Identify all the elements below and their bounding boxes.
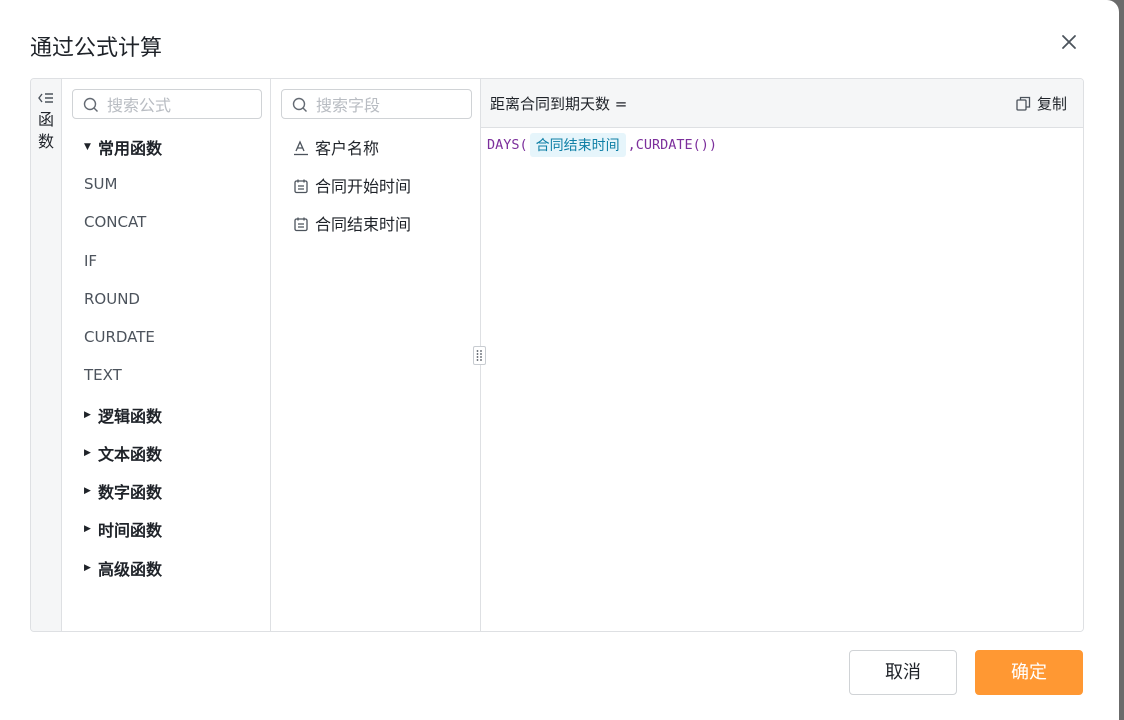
field-item-customer-name[interactable]: 客户名称 (293, 135, 379, 158)
formula-field-chip[interactable]: 合同结束时间 (529, 133, 626, 157)
caret-right-icon: ▶ (84, 524, 91, 534)
category-common[interactable]: ▼ 常用函数 (84, 135, 162, 158)
field-list-panel: 客户名称 合同开始时间 合同结束时间 (271, 79, 481, 631)
confirm-button[interactable]: 确定 (975, 650, 1083, 695)
caret-down-icon: ▼ (84, 142, 91, 152)
copy-button[interactable]: 复制 (1016, 93, 1067, 114)
function-search[interactable] (72, 89, 262, 119)
collapse-panel-icon[interactable] (37, 91, 55, 105)
formula-function-token: ,CURDATE()) (627, 137, 718, 153)
close-icon (1062, 35, 1076, 49)
panel-resize-handle[interactable] (473, 346, 486, 365)
category-text[interactable]: ▶ 文本函数 (84, 441, 162, 464)
function-item-text[interactable]: TEXT (84, 366, 122, 388)
category-logic[interactable]: ▶ 逻辑函数 (84, 403, 162, 426)
caret-right-icon: ▶ (84, 486, 91, 496)
caret-right-icon: ▶ (84, 410, 91, 420)
search-icon (292, 97, 307, 112)
search-icon (83, 97, 98, 112)
drag-handle-icon (476, 350, 482, 361)
formula-dialog: 通过公式计算 函数 ▼常用函数 SUM C (0, 0, 1119, 720)
cancel-button[interactable]: 取消 (849, 650, 957, 695)
function-item-sum[interactable]: SUM (84, 175, 117, 197)
field-search-input[interactable] (314, 93, 468, 117)
formula-function-token: DAYS( (487, 137, 528, 153)
function-item-curdate[interactable]: CURDATE (84, 328, 155, 350)
function-panel-rail[interactable]: 函数 (31, 79, 62, 631)
category-number[interactable]: ▶ 数字函数 (84, 479, 162, 502)
field-search[interactable] (281, 89, 472, 119)
category-time[interactable]: ▶ 时间函数 (84, 517, 162, 540)
target-field-title: 距离合同到期天数 = (490, 95, 628, 113)
calendar-icon (294, 179, 308, 194)
function-item-concat[interactable]: CONCAT (84, 213, 146, 235)
function-panel-label: 函数 (37, 110, 54, 151)
close-button[interactable] (1057, 30, 1081, 54)
field-item-contract-end[interactable]: 合同结束时间 (293, 211, 411, 234)
text-field-icon (294, 140, 308, 156)
calendar-icon (294, 217, 308, 232)
function-item-round[interactable]: ROUND (84, 290, 140, 312)
dialog-title: 通过公式计算 (30, 36, 163, 61)
field-item-contract-start[interactable]: 合同开始时间 (293, 173, 411, 196)
function-search-input[interactable] (105, 93, 259, 117)
caret-right-icon: ▶ (84, 448, 91, 458)
category-advanced[interactable]: ▶ 高级函数 (84, 556, 162, 579)
caret-right-icon: ▶ (84, 563, 91, 573)
function-item-if[interactable]: IF (84, 252, 97, 274)
formula-input[interactable]: DAYS(合同结束时间 ,CURDATE()) (487, 133, 717, 157)
copy-icon (1016, 96, 1031, 111)
formula-editor: 距离合同到期天数 = 复制 DAYS(合同结束时间 ,CURDATE()) (481, 79, 1083, 631)
function-list-panel: ▼常用函数 SUM CONCAT IF ROUND CURDATE TEXT ▶… (62, 79, 271, 631)
formula-editor-frame: 函数 ▼常用函数 SUM CONCAT IF ROUND CURDATE TEX… (30, 78, 1084, 632)
editor-header: 距离合同到期天数 = 复制 (481, 79, 1083, 128)
